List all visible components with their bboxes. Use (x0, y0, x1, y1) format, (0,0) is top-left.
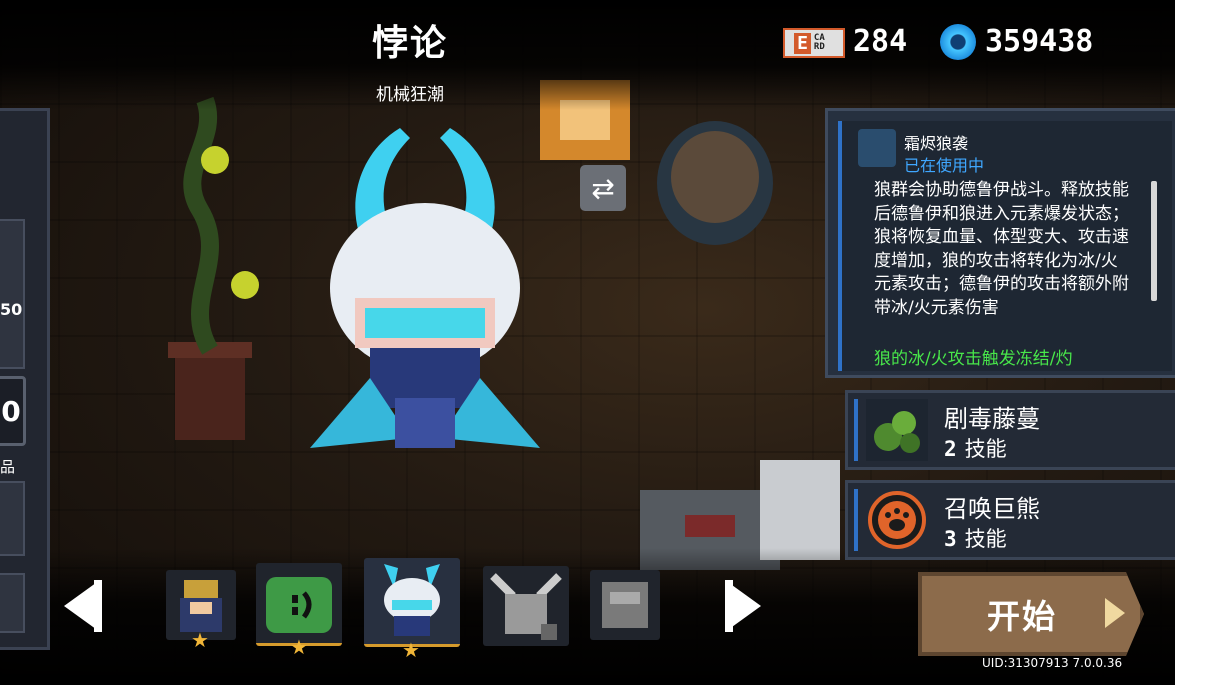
star-icon: ★ (402, 638, 420, 662)
left-panel-label: 品 (0, 458, 16, 476)
skill-detail-panel: 霜烬狼袭 已在使用中 狼群会协助德鲁伊战斗。释放技能后德鲁伊和狼进入元素爆发状态… (825, 108, 1175, 378)
left-panel-stat: 50 (0, 300, 23, 319)
skill-card-level: 2 技能 (944, 433, 1007, 463)
skin-slot-3-selected[interactable]: ★ (364, 558, 460, 660)
energy-card-badge: E CA RD (783, 28, 845, 58)
blue-coin-icon (940, 24, 976, 60)
skill-card-stripe (854, 399, 858, 461)
coin-count: 359438 (985, 24, 1094, 59)
skill-card-name: 召唤巨熊 (944, 495, 1040, 523)
skin-slot-1[interactable]: ★ (166, 570, 236, 650)
skill-effect: 狼的冰/火攻击触发冻结/灼 (874, 349, 1073, 369)
uid-version: UID:31307913 7.0.0.36 (982, 656, 1123, 670)
skill-scrollbar[interactable] (1151, 181, 1157, 301)
frost-wolf-skill-icon (858, 129, 896, 167)
play-arrow-icon (1105, 598, 1125, 628)
character-title: 悖论 (371, 23, 448, 64)
star-icon: ★ (191, 628, 209, 652)
left-panel-box-top (0, 219, 25, 369)
skin-name: 机械狂潮 (376, 85, 444, 105)
left-panel-box-bottom[interactable] (0, 481, 25, 556)
skill-card-name: 剧毒藤蔓 (944, 405, 1040, 433)
previous-arrow-bar[interactable] (94, 580, 102, 632)
pot-decoration (657, 121, 773, 245)
skill-card-level: 3 技能 (944, 523, 1007, 553)
hero-sprite (310, 128, 540, 448)
skill-card-bear[interactable]: 召唤巨熊 3 技能 (845, 480, 1175, 560)
left-panel-badge[interactable]: 0 (0, 376, 26, 446)
left-panel-box-footer[interactable] (0, 573, 25, 633)
skill-description: 狼群会协助德鲁伊战斗。释放技能后德鲁伊和狼进入元素爆发状态；狼将恢复血量、体型变… (874, 180, 1129, 318)
paradox-skin-icon (384, 564, 440, 636)
skin-slot-2[interactable]: ★ (256, 563, 342, 657)
skill-card-vine[interactable]: 剧毒藤蔓 2 技能 (845, 390, 1175, 470)
skill-card-stripe (854, 489, 858, 551)
skill-card-level-label: 技能 (964, 437, 1007, 461)
skill-status: 已在使用中 (904, 156, 985, 175)
plant-decoration (168, 96, 259, 440)
locked-moose-skin-icon (490, 573, 562, 640)
skin-slot-4-locked[interactable] (483, 566, 569, 646)
bear-paw-icon (868, 491, 926, 549)
next-arrow-bar[interactable] (725, 580, 733, 632)
start-button[interactable]: 开始 (918, 572, 1144, 656)
start-button-label: 开始 (987, 597, 1057, 636)
locked-knight-skin-icon (602, 582, 648, 628)
star-icon: ★ (290, 635, 308, 659)
game-screen: 悖论 机械狂潮 E CA RD 284 359438 50 0 品 ⇄ 霜烬狼袭… (0, 0, 1175, 685)
skin-slot-5-locked[interactable] (590, 570, 660, 640)
energy-badge-letter: E (794, 32, 811, 54)
skill-detail-inner: 霜烬狼袭 已在使用中 狼群会协助德鲁伊战斗。释放技能后德鲁伊和狼进入元素爆发状态… (838, 121, 1172, 371)
skill-name: 霜烬狼袭 (904, 134, 969, 153)
skill-card-level-number: 2 (944, 437, 957, 461)
swap-icon: ⇄ (591, 171, 615, 205)
robot-skin-icon (266, 577, 332, 633)
skill-card-level-number: 3 (944, 527, 957, 551)
skill-card-level-label: 技能 (964, 527, 1007, 551)
switch-skin-button[interactable]: ⇄ (580, 165, 626, 211)
energy-badge-small: CA RD (813, 33, 825, 52)
vine-icon (866, 399, 928, 461)
gem-count: 284 (853, 24, 908, 59)
